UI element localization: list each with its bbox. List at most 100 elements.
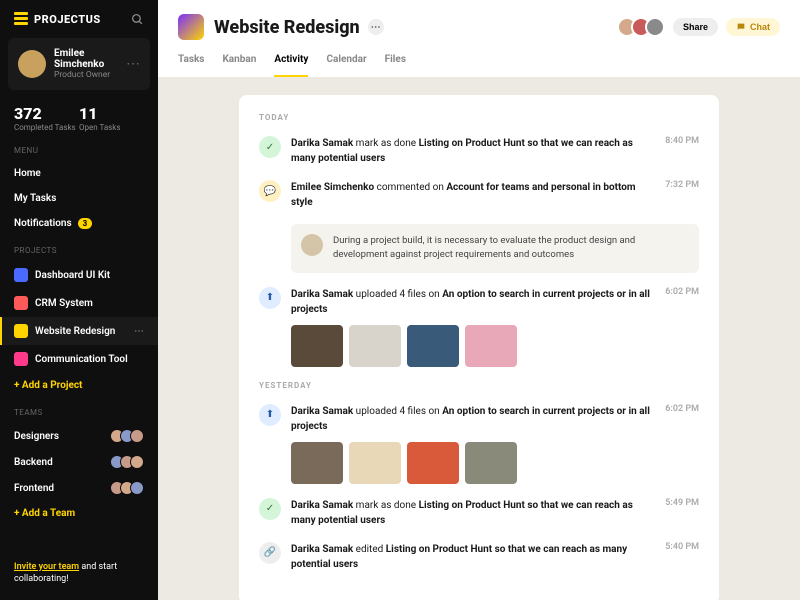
thumbnail[interactable] (407, 442, 459, 484)
activity-time: 7:32 PM (665, 180, 699, 210)
completed-count: 372 (14, 104, 79, 123)
main: Website Redesign ⋯ Share Chat Tasks Kanba… (158, 0, 800, 600)
activity-row: ⬆ Darika Samak uploaded 4 files on An opt… (259, 287, 699, 367)
activity-time: 5:40 PM (665, 542, 699, 572)
thumbnail[interactable] (349, 442, 401, 484)
done-icon: ✓ (259, 498, 281, 520)
activity-text: Darika Samak mark as done Listing on Pro… (291, 136, 655, 166)
avatar (130, 455, 144, 469)
thumbnail[interactable] (291, 325, 343, 367)
search-icon[interactable] (131, 13, 144, 26)
projects-header: PROJECTS (0, 246, 158, 261)
team-name: Designers (14, 431, 59, 442)
avatar (130, 429, 144, 443)
activity-text: Darika Samak uploaded 4 files on An opti… (291, 287, 655, 317)
thumbnail[interactable] (465, 442, 517, 484)
activity-text: Darika Samak mark as done Listing on Pro… (291, 498, 655, 528)
thumbnail[interactable] (349, 325, 401, 367)
share-button[interactable]: Share (673, 18, 718, 36)
project-color-icon (14, 296, 28, 310)
day-label: TODAY (259, 113, 699, 122)
activity-time: 6:02 PM (665, 404, 699, 484)
tab-activity[interactable]: Activity (274, 54, 308, 77)
activity-text: Darika Samak edited Listing on Product H… (291, 542, 655, 572)
activity-time: 6:02 PM (665, 287, 699, 367)
tab-tasks[interactable]: Tasks (178, 54, 204, 77)
invite-link[interactable]: Invite your team (14, 562, 79, 572)
nav-notifications-label: Notifications (14, 218, 72, 229)
notifications-badge: 3 (78, 218, 93, 229)
tab-files[interactable]: Files (385, 54, 406, 77)
comment-icon: 💬 (259, 180, 281, 202)
team-avatars (114, 429, 144, 443)
activity-feed: TODAY ✓ Darika Samak mark as done Listing … (239, 95, 719, 600)
activity-row: 🔗Darika Samak edited Listing on Product … (259, 542, 699, 572)
open-label: Open Tasks (79, 123, 144, 132)
team-item[interactable]: Designers (0, 423, 158, 449)
chat-icon (736, 22, 746, 32)
tabs: Tasks Kanban Activity Calendar Files (178, 54, 780, 77)
project-title: Website Redesign ⋯ (214, 17, 613, 38)
team-avatars (114, 455, 144, 469)
project-name: Dashboard UI Kit (35, 270, 110, 281)
user-more-icon[interactable]: ⋯ (126, 56, 140, 72)
project-item[interactable]: Dashboard UI Kit (0, 261, 158, 289)
tab-calendar[interactable]: Calendar (326, 54, 366, 77)
stats: 372 Completed Tasks 11 Open Tasks (0, 90, 158, 146)
project-name: Website Redesign (35, 326, 115, 337)
nav-notifications[interactable]: Notifications 3 (0, 211, 158, 236)
thumbnail[interactable] (465, 325, 517, 367)
menu-header: MENU (0, 146, 158, 161)
tab-kanban[interactable]: Kanban (222, 54, 256, 77)
teams-header: TEAMS (0, 408, 158, 423)
project-name: CRM System (35, 298, 93, 309)
project-item[interactable]: Website Redesign ⋯ (0, 317, 158, 345)
thumbnail[interactable] (407, 325, 459, 367)
team-item[interactable]: Backend (0, 449, 158, 475)
user-card[interactable]: Emilee Simchenko Product Owner ⋯ (8, 38, 150, 90)
user-avatar (18, 50, 46, 78)
content-scroll[interactable]: TODAY ✓ Darika Samak mark as done Listing … (158, 77, 800, 600)
activity-text: Darika Samak uploaded 4 files on An opti… (291, 404, 655, 434)
done-icon: ✓ (259, 136, 281, 158)
add-team-button[interactable]: + Add a Team (0, 501, 158, 526)
project-more-icon[interactable]: ⋯ (134, 326, 144, 337)
activity-row: ✓ Darika Samak mark as done Listing on Pr… (259, 498, 699, 528)
project-color-icon (14, 324, 28, 338)
add-project-button[interactable]: + Add a Project (0, 373, 158, 398)
activity-row: ⬆ Darika Samak uploaded 4 files on An opt… (259, 404, 699, 484)
thumbnails (291, 442, 655, 484)
logo-row: PROJECTUS (0, 0, 158, 38)
project-item[interactable]: CRM System (0, 289, 158, 317)
open-count: 11 (79, 104, 144, 123)
app-name: PROJECTUS (34, 13, 125, 26)
team-name: Backend (14, 457, 53, 468)
team-name: Frontend (14, 483, 54, 494)
team-item[interactable]: Frontend (0, 475, 158, 501)
activity-row: ✓ Darika Samak mark as done Listing on Pr… (259, 136, 699, 166)
activity-text: Emilee Simchenko commented on Account fo… (291, 180, 655, 210)
day-label: YESTERDAY (259, 381, 699, 390)
nav-my-tasks[interactable]: My Tasks (0, 186, 158, 211)
header-avatars[interactable] (623, 17, 665, 37)
comment-text: During a project build, it is necessary … (333, 234, 689, 263)
project-logo-icon (178, 14, 204, 40)
chat-button[interactable]: Chat (726, 18, 780, 36)
sidebar: PROJECTUS Emilee Simchenko Product Owner… (0, 0, 158, 600)
team-avatars (114, 481, 144, 495)
thumbnail[interactable] (291, 442, 343, 484)
upload-icon: ⬆ (259, 287, 281, 309)
project-item[interactable]: Communication Tool (0, 345, 158, 373)
comment-avatar (301, 234, 323, 256)
header: Website Redesign ⋯ Share Chat Tasks Kanba… (158, 0, 800, 77)
user-role: Product Owner (54, 70, 118, 80)
user-name: Emilee Simchenko (54, 48, 118, 70)
activity-time: 8:40 PM (665, 136, 699, 166)
avatar (645, 17, 665, 37)
invite-cta[interactable]: Invite your team and start collaborating… (0, 547, 158, 600)
project-color-icon (14, 268, 28, 282)
comment-box: During a project build, it is necessary … (291, 224, 699, 273)
upload-icon: ⬆ (259, 404, 281, 426)
project-more-icon[interactable]: ⋯ (368, 19, 384, 35)
nav-home[interactable]: Home (0, 161, 158, 186)
